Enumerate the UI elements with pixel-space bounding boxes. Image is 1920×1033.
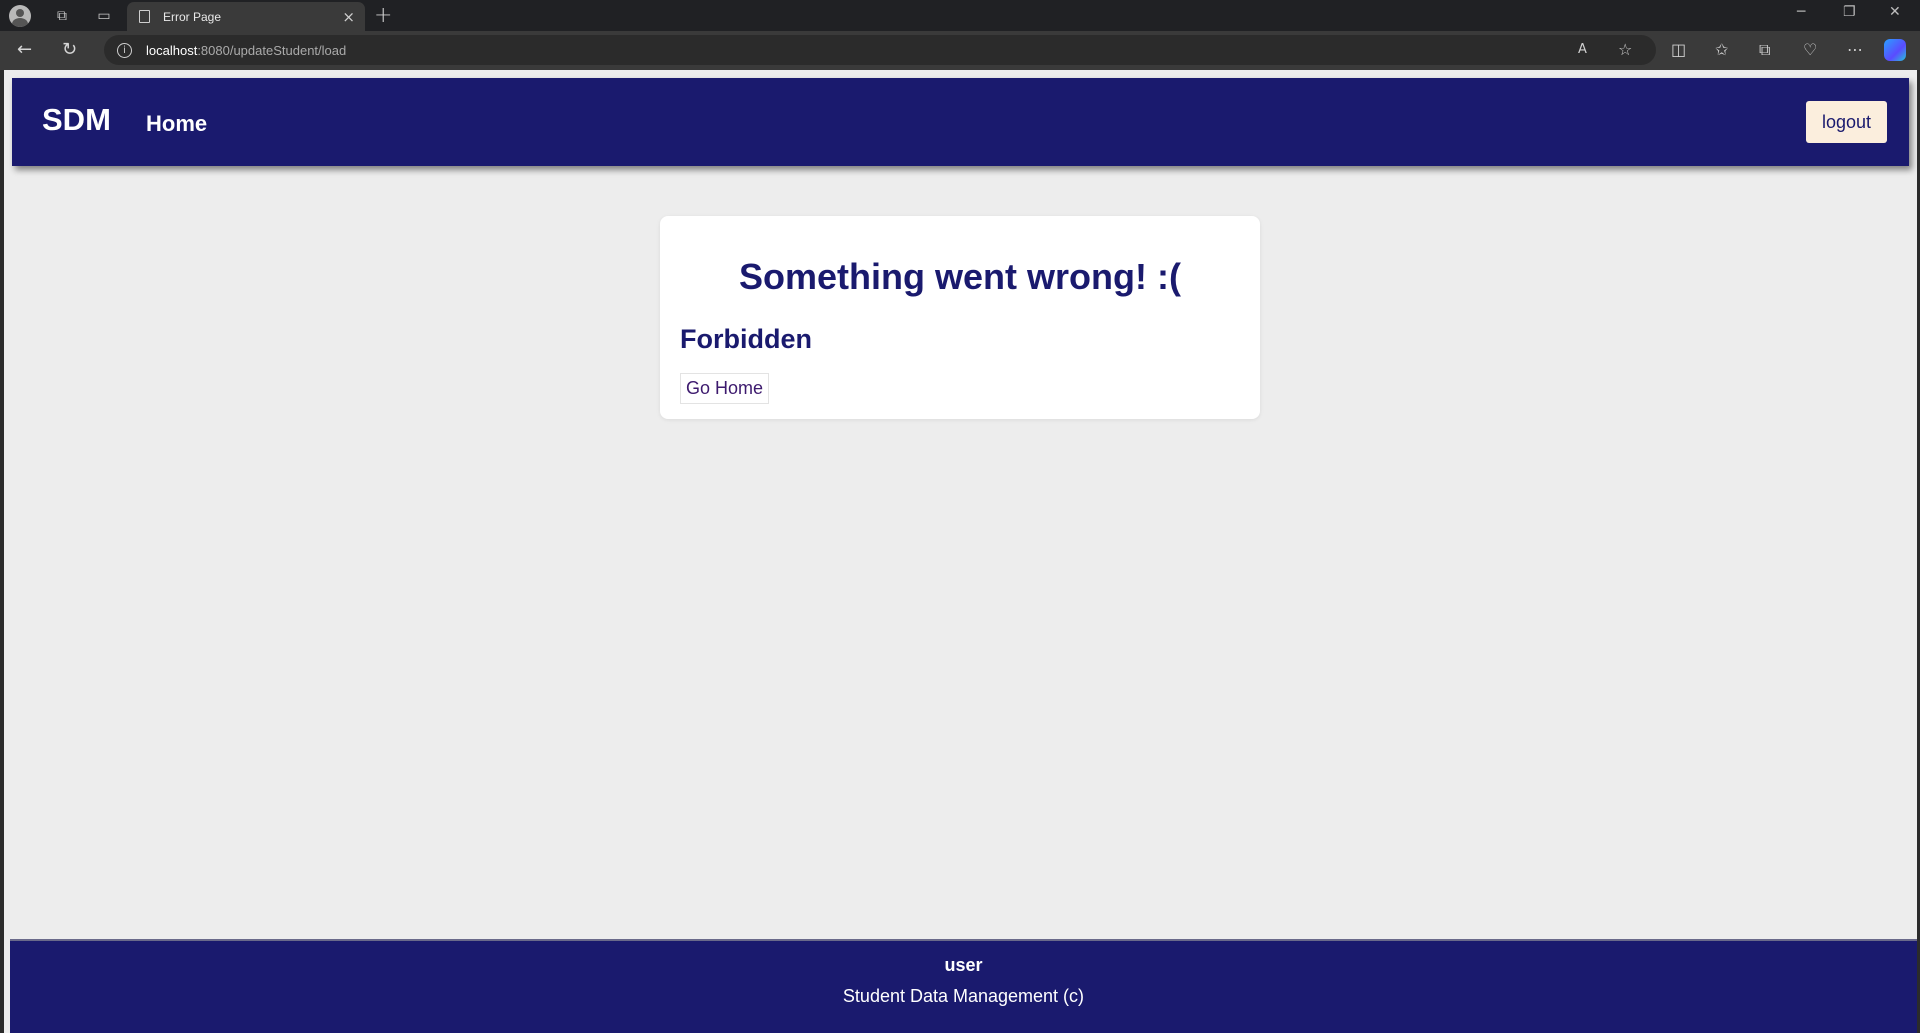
- browser-essentials-icon[interactable]: ♡: [1803, 40, 1817, 59]
- profile-avatar-icon[interactable]: [9, 5, 31, 27]
- url-path: :8080/updateStudent/load: [197, 42, 347, 58]
- workspaces-icon[interactable]: ⧉: [50, 4, 74, 28]
- site-info-icon[interactable]: i: [117, 42, 132, 58]
- page-viewport: SDM Home logout Something went wrong! :(…: [4, 70, 1917, 1033]
- logout-button[interactable]: logout: [1806, 101, 1887, 143]
- footer-copyright: Student Data Management (c): [842, 986, 1085, 1006]
- error-heading: Something went wrong! :(: [739, 256, 1181, 297]
- browser-tab-bar: ⧉ ▭ Error Page × + ─ ❐ ✕: [0, 0, 1920, 31]
- copilot-icon[interactable]: [1884, 39, 1906, 61]
- favorite-star-icon[interactable]: ☆: [1618, 40, 1632, 59]
- back-icon[interactable]: ←: [17, 39, 32, 60]
- minimize-icon[interactable]: ─: [1797, 4, 1805, 20]
- close-window-icon[interactable]: ✕: [1889, 4, 1901, 20]
- go-home-button[interactable]: Go Home: [680, 373, 770, 404]
- close-tab-icon[interactable]: ×: [342, 8, 355, 26]
- error-card: Something went wrong! :( Forbidden Go Ho…: [660, 216, 1260, 419]
- more-options-icon[interactable]: ⋯: [1847, 40, 1863, 59]
- address-bar[interactable]: i localhost:8080/updateStudent/load: [104, 35, 1656, 65]
- site-footer: user Student Data Management (c): [10, 939, 1917, 1033]
- favorites-icon[interactable]: ✩: [1715, 40, 1728, 59]
- collections-icon[interactable]: ⧉: [1759, 40, 1770, 60]
- new-tab-icon[interactable]: +: [374, 3, 392, 28]
- tab-actions-icon[interactable]: ▭: [92, 4, 116, 28]
- brand-logo: SDM: [42, 102, 111, 137]
- split-screen-icon[interactable]: ◫: [1671, 40, 1686, 59]
- tab-title: Error Page: [163, 9, 222, 24]
- site-header: SDM Home logout: [12, 78, 1909, 166]
- refresh-icon[interactable]: ↻: [62, 39, 77, 60]
- nav-home-link[interactable]: Home: [146, 111, 207, 137]
- footer-username: user: [944, 955, 983, 975]
- error-message: Forbidden: [680, 324, 812, 354]
- read-aloud-icon[interactable]: A: [1578, 42, 1587, 57]
- browser-toolbar: ← ↻ i localhost:8080/updateStudent/load …: [0, 31, 1920, 70]
- browser-tab-active[interactable]: Error Page ×: [127, 2, 365, 31]
- page-icon: [139, 10, 150, 23]
- url-host: localhost: [146, 42, 198, 58]
- restore-icon[interactable]: ❐: [1843, 4, 1856, 20]
